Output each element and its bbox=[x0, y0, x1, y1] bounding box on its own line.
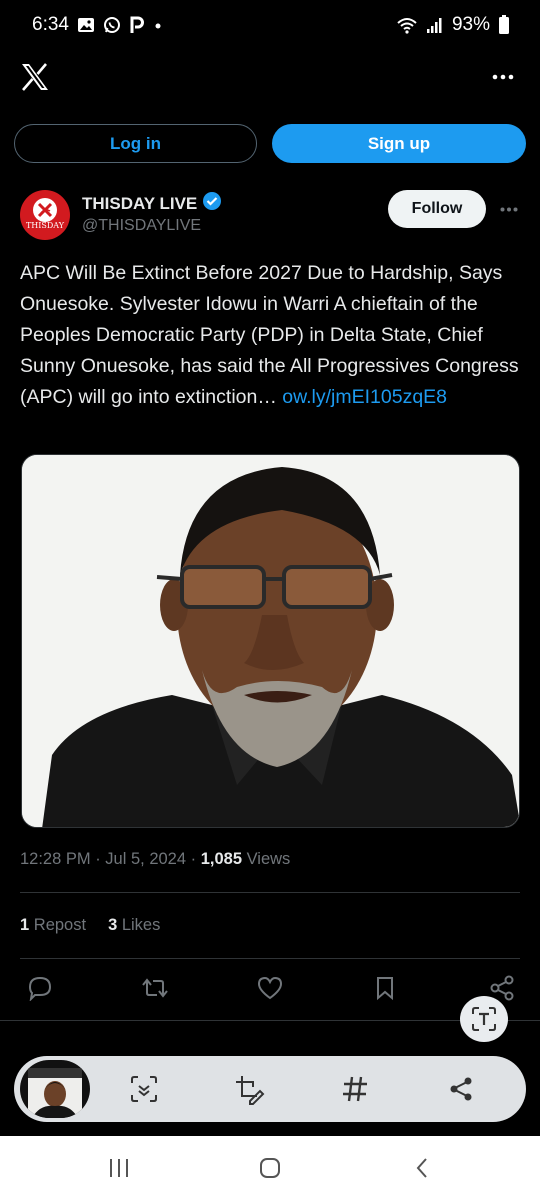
whatsapp-icon bbox=[103, 16, 121, 34]
gallery-icon bbox=[77, 16, 95, 34]
x-logo-icon[interactable] bbox=[20, 62, 52, 94]
bookmark-icon[interactable] bbox=[369, 972, 401, 1004]
signup-button[interactable]: Sign up bbox=[272, 124, 526, 163]
views-count: 1,085 bbox=[200, 850, 242, 868]
battery-percent: 93% bbox=[451, 14, 490, 35]
likes-count: 3 bbox=[108, 916, 118, 934]
status-left: 6:34 bbox=[32, 14, 163, 36]
divider bbox=[20, 892, 520, 893]
extract-text-button[interactable] bbox=[460, 996, 508, 1042]
author-name[interactable]: THISDAY LIVE bbox=[82, 191, 222, 216]
repost-count: 1 bbox=[20, 916, 30, 934]
capture-toolbar bbox=[14, 1056, 526, 1122]
tweet-text: APC Will Be Extinct Before 2027 Due to H… bbox=[20, 258, 524, 413]
views-label: Views bbox=[246, 850, 291, 868]
avatar[interactable]: THISDAY bbox=[20, 190, 70, 240]
tweet-header: THISDAY THISDAY LIVE @THISDAYLIVE Follow bbox=[20, 188, 524, 246]
text-scan-icon bbox=[472, 1007, 496, 1031]
back-icon[interactable] bbox=[404, 1154, 440, 1182]
divider bbox=[20, 958, 520, 959]
battery-icon bbox=[498, 15, 510, 35]
hashtag-icon[interactable] bbox=[336, 1070, 374, 1108]
tweet-link[interactable]: ow.ly/jmEI105zqE8 bbox=[282, 386, 447, 408]
more-options-icon[interactable] bbox=[488, 62, 518, 92]
tweet-more-icon[interactable] bbox=[494, 194, 524, 224]
author-name-text: THISDAY LIVE bbox=[82, 193, 198, 213]
like-icon[interactable] bbox=[254, 972, 286, 1004]
repost-icon[interactable] bbox=[139, 972, 171, 1004]
tweet-time[interactable]: 12:28 PM bbox=[20, 850, 91, 868]
tweet-meta: 12:28 PM · Jul 5, 2024 · 1,085 Views bbox=[20, 850, 291, 868]
top-bar bbox=[0, 54, 540, 104]
system-nav-bar bbox=[0, 1136, 540, 1200]
repost-label: Repost bbox=[33, 916, 87, 934]
status-bar: 6:34 93% bbox=[0, 0, 540, 50]
crop-edit-icon[interactable] bbox=[230, 1070, 268, 1108]
auth-buttons: Log in Sign up bbox=[14, 124, 526, 164]
likes-label: Likes bbox=[121, 916, 161, 934]
status-time: 6:34 bbox=[32, 14, 69, 35]
tweet-actions bbox=[24, 972, 518, 1008]
wifi-icon bbox=[396, 16, 418, 34]
tweet-date[interactable]: Jul 5, 2024 bbox=[105, 850, 186, 868]
follow-button[interactable]: Follow bbox=[388, 190, 486, 228]
status-right: 93% bbox=[396, 14, 510, 36]
recent-apps-icon[interactable] bbox=[101, 1154, 137, 1182]
dot-icon bbox=[153, 16, 163, 34]
thisday-logo-icon bbox=[33, 198, 57, 222]
home-icon[interactable] bbox=[252, 1154, 288, 1182]
tweet-stats: 1 Repost 3 Likes bbox=[20, 916, 160, 935]
repost-stat[interactable]: 1 Repost bbox=[20, 916, 86, 935]
p-app-icon bbox=[129, 16, 145, 34]
avatar-text: THISDAY bbox=[25, 221, 65, 230]
screenshot-thumbnail[interactable] bbox=[20, 1060, 90, 1118]
tweet-image[interactable] bbox=[21, 454, 520, 828]
likes-stat[interactable]: 3 Likes bbox=[108, 916, 160, 935]
divider bbox=[0, 1020, 540, 1021]
share-capture-icon[interactable] bbox=[442, 1070, 480, 1108]
reply-icon[interactable] bbox=[24, 972, 56, 1004]
verified-badge-icon bbox=[202, 191, 222, 216]
login-button[interactable]: Log in bbox=[14, 124, 257, 163]
smart-select-icon[interactable] bbox=[125, 1070, 163, 1108]
author-handle[interactable]: @THISDAYLIVE bbox=[82, 217, 201, 235]
signal-icon bbox=[426, 16, 444, 34]
